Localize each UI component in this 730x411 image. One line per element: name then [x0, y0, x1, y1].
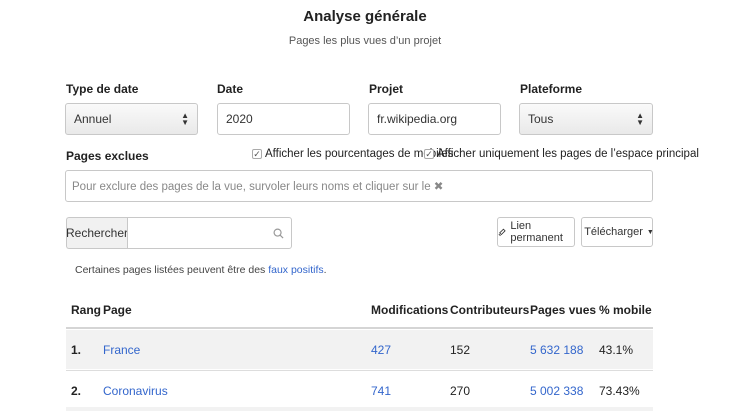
main-namespace-checkbox[interactable]: ✓ Afficher uniquement les pages de l’esp… — [424, 148, 699, 160]
platform-label: Plateforme — [520, 82, 583, 96]
pageviews-link[interactable]: 5 632 188 — [530, 330, 583, 369]
page-subtitle: Pages les plus vues d’un projet — [288, 35, 442, 47]
date-type-label: Type de date — [66, 82, 139, 96]
date-type-value: Annuel — [74, 112, 112, 126]
page-link[interactable]: France — [103, 330, 140, 369]
col-header-pageviews[interactable]: Pages vues — [530, 303, 596, 317]
excluded-pages-label: Pages exclues — [66, 149, 149, 163]
rank-cell: 2. — [71, 383, 82, 398]
search-icon — [273, 228, 284, 239]
mobile-cell: 43.1% — [599, 342, 634, 357]
pageviews-link[interactable]: 5 002 338 — [530, 371, 583, 410]
page-title: Analyse générale — [303, 8, 427, 25]
project-label: Projet — [369, 82, 404, 96]
project-value: fr.wikipedia.org — [377, 112, 458, 126]
link-icon — [498, 228, 506, 236]
col-header-rank[interactable]: Rang — [71, 303, 101, 317]
date-label: Date — [217, 82, 244, 96]
select-arrows-icon: ▲ ▼ — [181, 111, 189, 127]
date-value: 2020 — [226, 112, 253, 126]
select-arrows-icon: ▲ ▼ — [636, 111, 644, 127]
false-positives-link[interactable]: faux positifs — [268, 264, 323, 276]
table-header-divider — [66, 327, 653, 329]
platform-select[interactable]: Tous ▲ ▼ — [519, 103, 653, 135]
download-button[interactable]: Télécharger ▼ — [581, 217, 654, 247]
rank-cell: 1. — [71, 342, 82, 357]
download-label: Télécharger — [584, 226, 643, 238]
col-header-contributors[interactable]: Contributeurs — [450, 303, 529, 317]
page-link[interactable]: Coronavirus — [103, 371, 168, 410]
search-button[interactable]: Rechercher — [66, 217, 128, 249]
contributors-cell: 152 — [450, 342, 471, 357]
excluded-pages-input[interactable]: Pour exclure des pages de la vue, survol… — [65, 170, 653, 202]
table-row: 1. France 427 152 5 632 188 43.1% — [66, 330, 653, 369]
table-row: 2. Coronavirus 741 270 5 002 338 73.43% — [66, 370, 653, 409]
project-input[interactable]: fr.wikipedia.org — [368, 103, 501, 135]
checkbox-icon: ✓ — [252, 149, 262, 159]
permalink-label: Lien permanent — [510, 220, 563, 244]
permalink-button[interactable]: Lien permanent — [497, 217, 575, 247]
col-header-edits[interactable]: Modifications — [371, 303, 448, 317]
col-header-page[interactable]: Page — [103, 303, 132, 317]
checkbox-icon: ✓ — [424, 149, 434, 159]
next-row-edge — [66, 407, 653, 411]
platform-value: Tous — [528, 112, 554, 126]
edits-link[interactable]: 427 — [371, 330, 391, 369]
search-group: Rechercher — [66, 217, 292, 249]
edits-link[interactable]: 741 — [371, 371, 391, 410]
col-header-mobile[interactable]: % mobile — [599, 303, 652, 317]
mobile-cell: 73.43% — [599, 383, 640, 398]
contributors-cell: 270 — [450, 383, 471, 398]
main-namespace-label: Afficher uniquement les pages de l’espac… — [437, 148, 699, 160]
date-input[interactable]: 2020 — [217, 103, 350, 135]
false-positives-note: Certaines pages listées peuvent être des… — [75, 264, 327, 276]
date-type-select[interactable]: Annuel ▲ ▼ — [65, 103, 198, 135]
caret-down-icon: ▼ — [646, 228, 654, 236]
excluded-pages-placeholder: Pour exclure des pages de la vue, survol… — [72, 181, 444, 193]
search-input[interactable] — [127, 217, 292, 249]
